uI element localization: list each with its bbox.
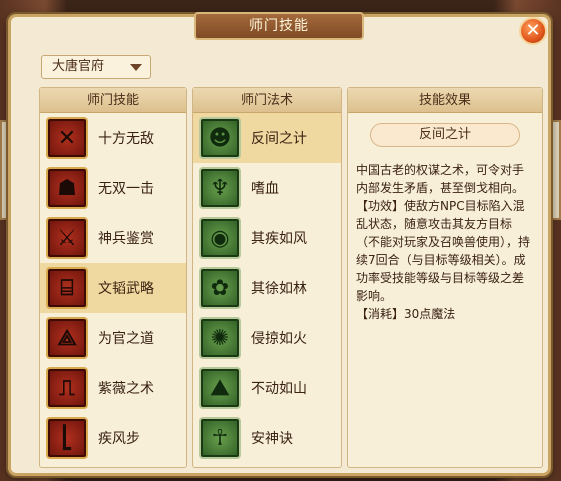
fire-burst-icon[interactable]: ✺ xyxy=(199,317,241,359)
skill-label: 神兵鉴赏 xyxy=(98,231,154,247)
fanged-mouth-icon[interactable]: ♆ xyxy=(199,167,241,209)
spells-column: 师门法术 ☻ 反间之计 ♆ 嗜血 ◉ 其疾如风 ✿ 其徐如林 ✺ 侵掠如火 ⛰ 不动如山 ☥ 安神诀 xyxy=(192,87,342,468)
spell-row[interactable]: ☥ 安神诀 xyxy=(193,413,341,463)
skills-list: ✕ 十方无敌 ☗ 无双一击 ⚔ 神兵鉴赏 ⌸ 文韬武略 ⟁ 为官之道 ⎍ 紫薇之术 ⎣ 疾风步 xyxy=(40,113,186,463)
forest-seal-icon[interactable]: ✿ xyxy=(199,267,241,309)
skill-label: 文韬武略 xyxy=(98,281,154,297)
mountain-seal-icon[interactable]: ⛰ xyxy=(199,367,241,409)
skill-label: 为官之道 xyxy=(98,331,154,347)
skill-label: 无双一击 xyxy=(98,181,154,197)
skill-row[interactable]: ⟁ 为官之道 xyxy=(40,313,186,363)
effect-column: 技能效果 反间之计 中国古老的权谋之术，可令对手内部发生矛盾，甚至倒戈相向。 【… xyxy=(347,87,543,468)
demon-mask-icon[interactable]: ☗ xyxy=(46,167,88,209)
skills-window: 大唐官府 师门技能 ✕ 十方无敌 ☗ 无双一击 ⚔ 神兵鉴赏 ⌸ 文韬武略 ⟁ 为官之道 ⎍ 紫薇之术… xyxy=(8,14,551,476)
effect-description-block: 中国古老的权谋之术，可令对手内部发生矛盾，甚至倒戈相向。 【功效】使敌方NPC目… xyxy=(348,147,542,323)
spell-row[interactable]: ◉ 其疾如风 xyxy=(193,213,341,263)
skill-row[interactable]: ⌸ 文韬武略 xyxy=(40,263,186,313)
spell-row[interactable]: ✺ 侵掠如火 xyxy=(193,313,341,363)
effect-skill-name: 反间之计 xyxy=(370,123,520,147)
effect-function: 【功效】使敌方NPC目标陷入混乱状态，随意攻击其友方目标（不能对玩家及召唤兽使用… xyxy=(356,199,531,303)
spell-row[interactable]: ⛰ 不动如山 xyxy=(193,363,341,413)
weapon-rack-icon[interactable]: ⚔ xyxy=(46,217,88,259)
window-title: 师门技能 xyxy=(194,12,364,40)
skills-column-header: 师门技能 xyxy=(40,88,186,113)
monk-figure-icon[interactable]: ☥ xyxy=(199,417,241,459)
skills-column: 师门技能 ✕ 十方无敌 ☗ 无双一击 ⚔ 神兵鉴赏 ⌸ 文韬武略 ⟁ 为官之道 ⎍ 紫薇之术 ⎣ 疾风步 xyxy=(39,87,187,468)
skill-label: 疾风步 xyxy=(98,431,140,447)
gate-icon[interactable]: ⌸ xyxy=(46,267,88,309)
close-icon[interactable]: ✕ xyxy=(519,17,547,45)
effect-cost: 【消耗】30点魔法 xyxy=(356,307,456,321)
skill-label: 十方无敌 xyxy=(98,131,154,147)
faction-dropdown-value: 大唐官府 xyxy=(52,59,105,74)
spell-row[interactable]: ♆ 嗜血 xyxy=(193,163,341,213)
frame-icon[interactable]: ⎍ xyxy=(46,367,88,409)
spell-label: 安神诀 xyxy=(251,431,293,447)
spell-label: 不动如山 xyxy=(251,381,307,397)
skill-row[interactable]: ⚔ 神兵鉴赏 xyxy=(40,213,186,263)
spell-label: 嗜血 xyxy=(251,181,279,197)
skill-row[interactable]: ☗ 无双一击 xyxy=(40,163,186,213)
spell-label: 其疾如风 xyxy=(251,231,307,247)
skill-label: 紫薇之术 xyxy=(98,381,154,397)
skill-row[interactable]: ⎍ 紫薇之术 xyxy=(40,363,186,413)
glyph-icon[interactable]: ⟁ xyxy=(46,317,88,359)
spell-label: 其徐如林 xyxy=(251,281,307,297)
bracket-icon[interactable]: ⎣ xyxy=(46,417,88,459)
faction-dropdown[interactable]: 大唐官府 xyxy=(41,55,151,79)
wind-seal-icon[interactable]: ◉ xyxy=(199,217,241,259)
skill-row[interactable]: ⎣ 疾风步 xyxy=(40,413,186,463)
spell-label: 侵掠如火 xyxy=(251,331,307,347)
chevron-down-icon xyxy=(130,64,142,71)
spells-list: ☻ 反间之计 ♆ 嗜血 ◉ 其疾如风 ✿ 其徐如林 ✺ 侵掠如火 ⛰ 不动如山 ☥ 安神诀 xyxy=(193,113,341,463)
spells-column-header: 师门法术 xyxy=(193,88,341,113)
two-heads-icon[interactable]: ☻ xyxy=(199,117,241,159)
effect-column-header: 技能效果 xyxy=(348,88,542,113)
skill-row[interactable]: ✕ 十方无敌 xyxy=(40,113,186,163)
spell-label: 反间之计 xyxy=(251,131,307,147)
spell-row[interactable]: ☻ 反间之计 xyxy=(193,113,341,163)
crossed-swords-icon[interactable]: ✕ xyxy=(46,117,88,159)
effect-description: 中国古老的权谋之术，可令对手内部发生矛盾，甚至倒戈相向。 xyxy=(356,163,525,195)
spell-row[interactable]: ✿ 其徐如林 xyxy=(193,263,341,313)
